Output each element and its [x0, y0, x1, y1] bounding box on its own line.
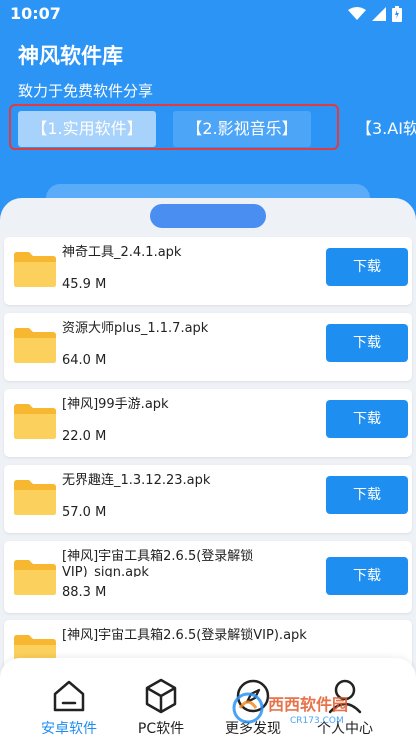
folder-icon: [14, 404, 56, 439]
download-button[interactable]: 下载: [326, 476, 408, 514]
watermark: 西西软件园 CR173.COM: [230, 690, 390, 726]
signal-icon: [372, 7, 386, 21]
nav-label: PC软件: [137, 721, 185, 737]
home-icon: [53, 680, 85, 712]
status-time: 10:07: [10, 4, 61, 23]
nav-pc-software[interactable]: PC软件: [116, 676, 206, 738]
folder-icon: [14, 560, 56, 595]
watermark-url: CR173.COM: [290, 716, 344, 726]
file-card: [神风]宇宙工具箱2.6.5(登录解锁VIP)_sign.apk 88.3 M …: [4, 541, 412, 613]
file-name: [神风]宇宙工具箱2.6.5(登录解锁VIP).apk: [62, 628, 307, 643]
status-bar: 10:07: [0, 0, 416, 30]
file-card: 无界趣连_1.3.12.23.apk 57.0 M 下载: [4, 465, 412, 533]
status-icons: [348, 6, 402, 22]
download-button[interactable]: 下载: [326, 324, 408, 362]
tab-ai-software[interactable]: 【3.AI软件: [350, 111, 416, 147]
file-name: 神奇工具_2.4.1.apk: [62, 245, 182, 260]
file-size: 88.3 M: [62, 585, 107, 600]
watermark-logo-icon: 西西软件园 CR173.COM: [232, 692, 348, 726]
file-size: 45.9 M: [62, 277, 107, 292]
file-card: 资源大师plus_1.1.7.apk 64.0 M 下载: [4, 313, 412, 381]
folder-icon: [14, 480, 56, 515]
app-title: 神风软件库: [18, 44, 123, 68]
cube-icon: [145, 678, 177, 714]
panel-handle: [150, 204, 266, 228]
file-name: 资源大师plus_1.1.7.apk: [62, 321, 209, 336]
app-subtitle: 致力于免费软件分享: [18, 82, 154, 100]
tabs-highlight-frame: [9, 104, 339, 150]
nav-android-software[interactable]: 安卓软件: [24, 676, 114, 738]
battery-icon: [392, 6, 402, 22]
file-name: [神风]宇宙工具箱2.6.5(登录解锁VIP)_sign.apk: [62, 549, 254, 577]
download-button[interactable]: 下载: [326, 248, 408, 286]
file-size: 22.0 M: [62, 429, 107, 444]
download-button[interactable]: 下载: [326, 557, 408, 595]
file-size: 64.0 M: [62, 353, 107, 368]
file-name: 无界趣连_1.3.12.23.apk: [62, 473, 211, 488]
wifi-icon: [348, 7, 366, 20]
file-name: [神风]99手游.apk: [62, 397, 169, 412]
file-card: 神奇工具_2.4.1.apk 45.9 M 下载: [4, 237, 412, 305]
watermark-text: 西西软件园: [268, 695, 348, 714]
file-card: [神风]99手游.apk 22.0 M 下载: [4, 389, 412, 457]
folder-icon: [14, 328, 56, 363]
nav-label: 安卓软件: [41, 721, 97, 737]
file-size: 57.0 M: [62, 505, 107, 520]
download-button[interactable]: 下载: [326, 400, 408, 438]
folder-icon: [14, 252, 56, 287]
